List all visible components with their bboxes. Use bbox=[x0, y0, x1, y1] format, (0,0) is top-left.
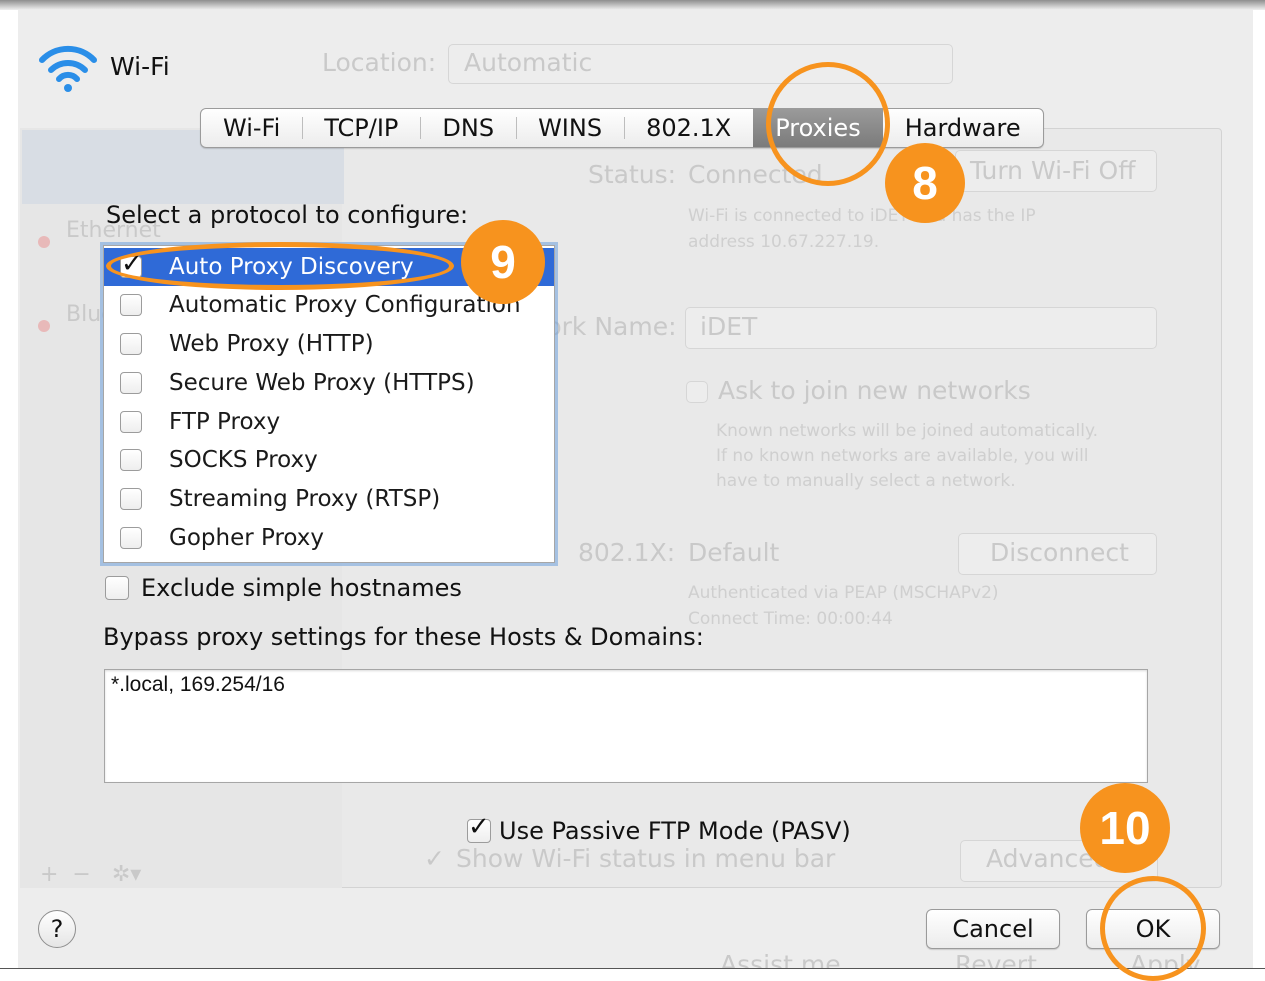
annotation-ring-ok-button bbox=[1100, 876, 1206, 981]
background-bluetooth-status-dot bbox=[38, 320, 50, 332]
window-title: Wi-Fi bbox=[110, 52, 170, 81]
window-top-shadow bbox=[0, 0, 1265, 10]
tab-8021x[interactable]: 802.1X bbox=[624, 109, 753, 147]
protocol-checkbox[interactable] bbox=[120, 372, 142, 394]
tab-hardware[interactable]: Hardware bbox=[883, 109, 1043, 147]
background-dot1x-value: Default bbox=[688, 538, 780, 567]
bypass-label: Bypass proxy settings for these Hosts & … bbox=[103, 623, 704, 651]
annotation-badge-step-9: 9 bbox=[461, 220, 545, 304]
tab-wins[interactable]: WINS bbox=[516, 109, 624, 147]
background-ask-desc-1: Known networks will be joined automatica… bbox=[716, 421, 1098, 441]
protocol-row-socks-proxy[interactable]: SOCKS Proxy bbox=[104, 441, 554, 479]
background-ask-join-checkbox bbox=[686, 381, 708, 403]
background-disconnect-label: Disconnect bbox=[990, 538, 1129, 567]
background-auth-line: Authenticated via PEAP (MSCHAPv2) bbox=[688, 583, 999, 603]
background-dot1x-label: 802.1X: bbox=[578, 538, 676, 567]
protocol-row-streaming-proxy[interactable]: Streaming Proxy (RTSP) bbox=[104, 480, 554, 518]
background-ethernet-status-dot bbox=[38, 236, 50, 248]
help-button[interactable]: ? bbox=[38, 910, 76, 948]
passive-ftp-label: Use Passive FTP Mode (PASV) bbox=[499, 817, 851, 845]
tab-wifi[interactable]: Wi-Fi bbox=[201, 109, 302, 147]
passive-ftp-row[interactable]: Use Passive FTP Mode (PASV) bbox=[467, 812, 851, 845]
bypass-hosts-textarea[interactable]: *.local, 169.254/16 bbox=[104, 669, 1148, 783]
annotation-ring-auto-proxy-discovery bbox=[106, 242, 454, 290]
tab-bar: Wi-Fi TCP/IP DNS WINS 802.1X Proxies Har… bbox=[200, 108, 1044, 148]
protocol-row-ftp-proxy[interactable]: FTP Proxy bbox=[104, 403, 554, 441]
background-ask-desc-2: If no known networks are available, you … bbox=[716, 446, 1089, 466]
protocol-label: FTP Proxy bbox=[169, 409, 281, 435]
background-status-desc-1: Wi-Fi is connected to iDET and has the I… bbox=[688, 206, 1036, 226]
annotation-ring-proxies-tab bbox=[766, 62, 890, 186]
background-status-desc-2: address 10.67.227.19. bbox=[688, 232, 880, 252]
background-location-value: Automatic bbox=[464, 48, 593, 77]
protocol-checkbox[interactable] bbox=[120, 449, 142, 471]
background-connect-time: Connect Time: 00:00:44 bbox=[688, 609, 893, 629]
tab-tcpip[interactable]: TCP/IP bbox=[302, 109, 420, 147]
exclude-simple-hostnames-checkbox[interactable] bbox=[105, 576, 129, 600]
protocol-label: Web Proxy (HTTP) bbox=[169, 331, 374, 357]
exclude-simple-hostnames-label: Exclude simple hostnames bbox=[141, 574, 462, 602]
annotation-badge-step-8: 8 bbox=[885, 143, 965, 223]
background-turn-off-label: Turn Wi-Fi Off bbox=[970, 156, 1136, 185]
protocol-checkbox[interactable] bbox=[120, 527, 142, 549]
background-show-status-label: Show Wi-Fi status in menu bar bbox=[456, 844, 836, 873]
exclude-simple-hostnames-row[interactable]: Exclude simple hostnames bbox=[105, 574, 462, 602]
background-location-label: Location: bbox=[322, 48, 437, 77]
cancel-button[interactable]: Cancel bbox=[926, 909, 1060, 949]
protocol-checkbox[interactable] bbox=[120, 488, 142, 510]
background-ask-join-label: Ask to join new networks bbox=[718, 376, 1031, 405]
background-network-value: iDET bbox=[700, 312, 758, 341]
protocol-label: SOCKS Proxy bbox=[169, 447, 318, 473]
background-ask-desc-3: have to manually select a network. bbox=[716, 471, 1016, 491]
bottom-margin bbox=[0, 969, 1265, 981]
protocol-label: Streaming Proxy (RTSP) bbox=[169, 486, 441, 512]
annotation-badge-step-10: 10 bbox=[1080, 783, 1170, 873]
wifi-icon bbox=[39, 45, 97, 92]
background-add-remove-controls: + − ✲▾ bbox=[40, 862, 142, 887]
proxies-sheet-screenshot: Location: Automatic Ethernet Bluetooth S… bbox=[0, 0, 1265, 981]
tab-dns[interactable]: DNS bbox=[420, 109, 516, 147]
protocol-label: Automatic Proxy Configuration bbox=[169, 292, 521, 318]
passive-ftp-checkbox[interactable] bbox=[467, 812, 491, 843]
protocol-row-gopher-proxy[interactable]: Gopher Proxy bbox=[104, 519, 554, 557]
protocol-label: Secure Web Proxy (HTTPS) bbox=[169, 370, 475, 396]
protocol-row-secure-web-proxy[interactable]: Secure Web Proxy (HTTPS) bbox=[104, 364, 554, 402]
background-status-label: Status: bbox=[588, 160, 677, 189]
protocol-checkbox[interactable] bbox=[120, 294, 142, 316]
background-show-status-check: ✓ bbox=[424, 844, 445, 873]
select-protocol-label: Select a protocol to configure: bbox=[106, 201, 469, 229]
protocol-row-web-proxy[interactable]: Web Proxy (HTTP) bbox=[104, 325, 554, 363]
protocol-checkbox[interactable] bbox=[120, 411, 142, 433]
protocol-label: Gopher Proxy bbox=[169, 525, 324, 551]
protocol-checkbox[interactable] bbox=[120, 333, 142, 355]
